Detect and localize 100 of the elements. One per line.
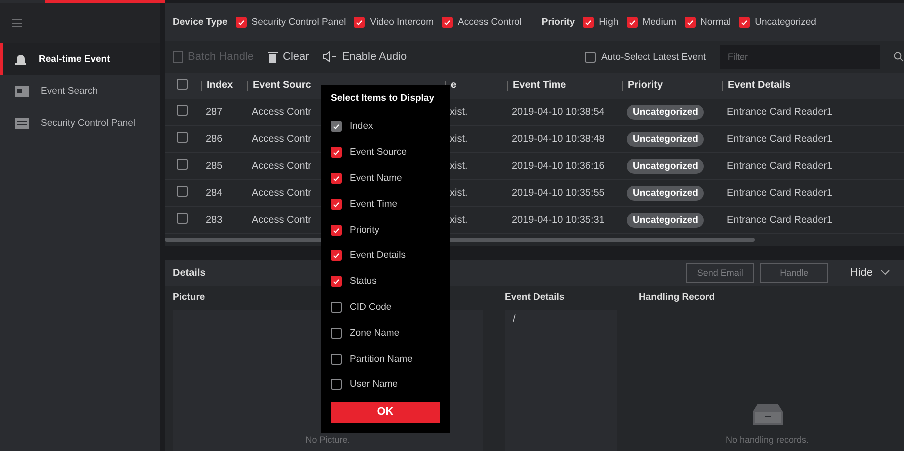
table-cell: Entrance Card Reader1 bbox=[727, 160, 833, 172]
select-all-checkbox[interactable] bbox=[177, 79, 188, 90]
checkbox-label: Access Control bbox=[458, 16, 522, 28]
checkbox-label: Security Control Panel bbox=[252, 16, 346, 28]
checkbox[interactable] bbox=[331, 147, 342, 158]
checkbox-label: Uncategorized bbox=[755, 16, 816, 28]
sidebar-item[interactable]: Event Search bbox=[0, 75, 160, 107]
empty-tray-icon bbox=[752, 403, 782, 425]
filter-field[interactable]: Filter bbox=[720, 45, 880, 69]
checkbox-label: Event Source bbox=[350, 147, 408, 158]
column-header[interactable]: Priority bbox=[628, 80, 664, 91]
table-cell: 2019-04-10 10:35:55 bbox=[512, 188, 605, 198]
table-cell: Entrance Card Reader1 bbox=[727, 134, 833, 144]
table-cell: xist. bbox=[450, 134, 468, 144]
checkbox[interactable] bbox=[684, 16, 696, 28]
checkbox[interactable] bbox=[331, 250, 342, 262]
detail-value: / bbox=[513, 314, 516, 325]
ok-button[interactable]: OK bbox=[331, 402, 440, 423]
sidebar-item[interactable]: Real-time Event bbox=[0, 43, 160, 75]
table-cell: xist. bbox=[450, 188, 468, 198]
table-cell: 285 bbox=[206, 160, 223, 172]
row-checkbox[interactable] bbox=[177, 213, 188, 224]
toolbar-button[interactable]: Enable Audio bbox=[323, 51, 408, 63]
table-cell: 2019-04-10 10:35:31 bbox=[512, 214, 605, 226]
checkbox-label: Event Name bbox=[350, 172, 402, 184]
checkbox[interactable] bbox=[331, 198, 342, 210]
priority-badge: Uncategorized bbox=[627, 186, 704, 200]
priority-badge: Uncategorized bbox=[627, 104, 704, 120]
pane-title: Picture bbox=[173, 292, 206, 305]
card-icon bbox=[15, 86, 29, 96]
checkbox[interactable] bbox=[354, 16, 366, 28]
empty-message: No Picture. bbox=[306, 435, 350, 445]
checkbox[interactable] bbox=[331, 172, 342, 184]
checkbox-label: Index bbox=[350, 121, 374, 132]
table-cell: Entrance Card Reader1 bbox=[727, 188, 833, 198]
table-cell: 284 bbox=[206, 188, 223, 198]
toolbar-button[interactable]: Clear bbox=[268, 51, 310, 63]
filter-label: Priority bbox=[542, 16, 576, 28]
trash-icon bbox=[268, 51, 278, 63]
menu-icon[interactable] bbox=[12, 18, 22, 28]
empty-message: No handling records. bbox=[726, 435, 810, 445]
table-cell: xist. bbox=[450, 106, 468, 118]
checkbox[interactable] bbox=[331, 379, 342, 390]
table-cell: Access Contr bbox=[252, 214, 312, 226]
filter-label: Device Type bbox=[173, 16, 228, 28]
column-header[interactable]: Event Sourc bbox=[253, 80, 312, 91]
table-cell: Access Contr bbox=[252, 188, 312, 198]
priority-badge: Uncategorized bbox=[627, 158, 704, 174]
document-icon bbox=[173, 51, 183, 63]
table-cell: 2019-04-10 10:36:16 bbox=[512, 160, 605, 172]
row-checkbox[interactable] bbox=[177, 186, 188, 197]
alarm-bell-icon bbox=[15, 53, 27, 65]
checkbox-label: Status bbox=[350, 276, 377, 288]
table-cell: xist. bbox=[450, 160, 468, 172]
checkbox[interactable] bbox=[739, 16, 750, 28]
chevron-down-icon bbox=[881, 270, 890, 276]
search-icon[interactable] bbox=[894, 52, 904, 62]
checkbox-label: High bbox=[599, 16, 619, 28]
table-cell: xist. bbox=[450, 214, 468, 226]
checkbox[interactable] bbox=[626, 16, 638, 28]
table-cell: 286 bbox=[206, 134, 223, 144]
table-cell: Access Contr bbox=[252, 106, 312, 118]
checkbox[interactable] bbox=[331, 276, 342, 288]
checkbox-label: Priority bbox=[350, 224, 380, 236]
column-header[interactable]: Event Details bbox=[728, 80, 791, 91]
sidebar-item[interactable]: Security Control Panel bbox=[0, 107, 160, 139]
column-header[interactable]: Event Time bbox=[513, 80, 566, 91]
hide-button[interactable]: Hide bbox=[844, 266, 896, 280]
checkbox[interactable] bbox=[331, 354, 342, 365]
checkbox-label: Video Intercom bbox=[370, 16, 434, 28]
checkbox-label: CID Code bbox=[350, 302, 392, 313]
row-checkbox[interactable] bbox=[177, 159, 188, 170]
table-cell: 287 bbox=[206, 106, 223, 118]
checkbox[interactable] bbox=[583, 16, 594, 28]
checkbox-label: Normal bbox=[700, 16, 732, 28]
popup-title: Select Items to Display bbox=[331, 93, 434, 104]
checkbox[interactable] bbox=[331, 328, 342, 339]
checkbox[interactable] bbox=[236, 16, 247, 28]
checkbox[interactable] bbox=[331, 302, 342, 313]
table-cell: 2019-04-10 10:38:48 bbox=[512, 134, 605, 144]
checkbox-label: Event Details bbox=[350, 250, 406, 262]
checkbox-label: Auto-Select Latest Event bbox=[601, 52, 706, 62]
table-cell: Entrance Card Reader1 bbox=[727, 214, 833, 226]
column-header[interactable]: Index bbox=[207, 80, 234, 91]
table-cell: 2019-04-10 10:38:54 bbox=[512, 106, 605, 118]
column-header[interactable]: e bbox=[451, 80, 457, 91]
table-cell: 283 bbox=[206, 214, 223, 226]
pane-title: Handling Record bbox=[639, 292, 716, 305]
row-checkbox[interactable] bbox=[177, 105, 188, 116]
table-cell: Entrance Card Reader1 bbox=[727, 106, 833, 118]
panel-icon bbox=[15, 118, 29, 128]
checkbox[interactable] bbox=[442, 16, 454, 28]
checkbox-label: Partition Name bbox=[350, 354, 413, 365]
checkbox-label: User Name bbox=[350, 379, 398, 390]
checkbox[interactable] bbox=[331, 224, 342, 236]
checkbox-label: Zone Name bbox=[350, 328, 400, 339]
checkbox[interactable] bbox=[585, 52, 596, 62]
table-cell: Access Contr bbox=[252, 160, 312, 172]
row-checkbox[interactable] bbox=[177, 132, 188, 143]
table-cell: Access Contr bbox=[252, 134, 312, 144]
